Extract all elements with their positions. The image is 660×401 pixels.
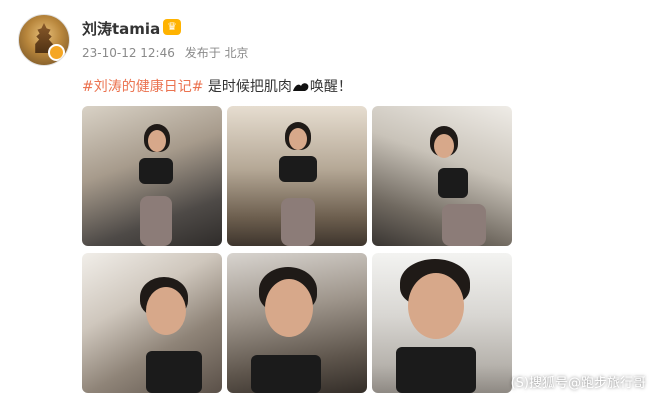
username[interactable]: 刘涛tamia [82, 18, 160, 39]
photo-thumbnail-5[interactable] [227, 253, 367, 393]
post-time[interactable]: 23-10-12 12:46 [82, 46, 175, 60]
hashtag-link[interactable]: #刘涛的健康日记# [82, 79, 203, 95]
verified-badge-icon [48, 44, 65, 61]
photo-thumbnail-2[interactable] [227, 106, 367, 246]
photo-grid [82, 106, 512, 393]
crown-icon: ♛ [163, 19, 181, 35]
post-location: 发布于 北京 [184, 46, 249, 60]
photo-thumbnail-4[interactable] [82, 253, 222, 393]
avatar[interactable] [18, 14, 70, 66]
photo-thumbnail-6[interactable] [372, 253, 512, 393]
post-text: #刘涛的健康日记# 是时候把肌肉 唤醒！ [82, 76, 352, 96]
flexed-biceps-icon [292, 83, 309, 91]
photo-thumbnail-1[interactable] [82, 106, 222, 246]
post-text-part1: 是时候把肌肉 [203, 79, 292, 95]
post-text-part2: 唤醒！ [309, 79, 352, 95]
watermark: (S)搜狐号@跑步旅行哥 [510, 376, 646, 391]
post-meta: 23-10-12 12:46 发布于 北京 [82, 44, 255, 61]
photo-thumbnail-3[interactable] [372, 106, 512, 246]
